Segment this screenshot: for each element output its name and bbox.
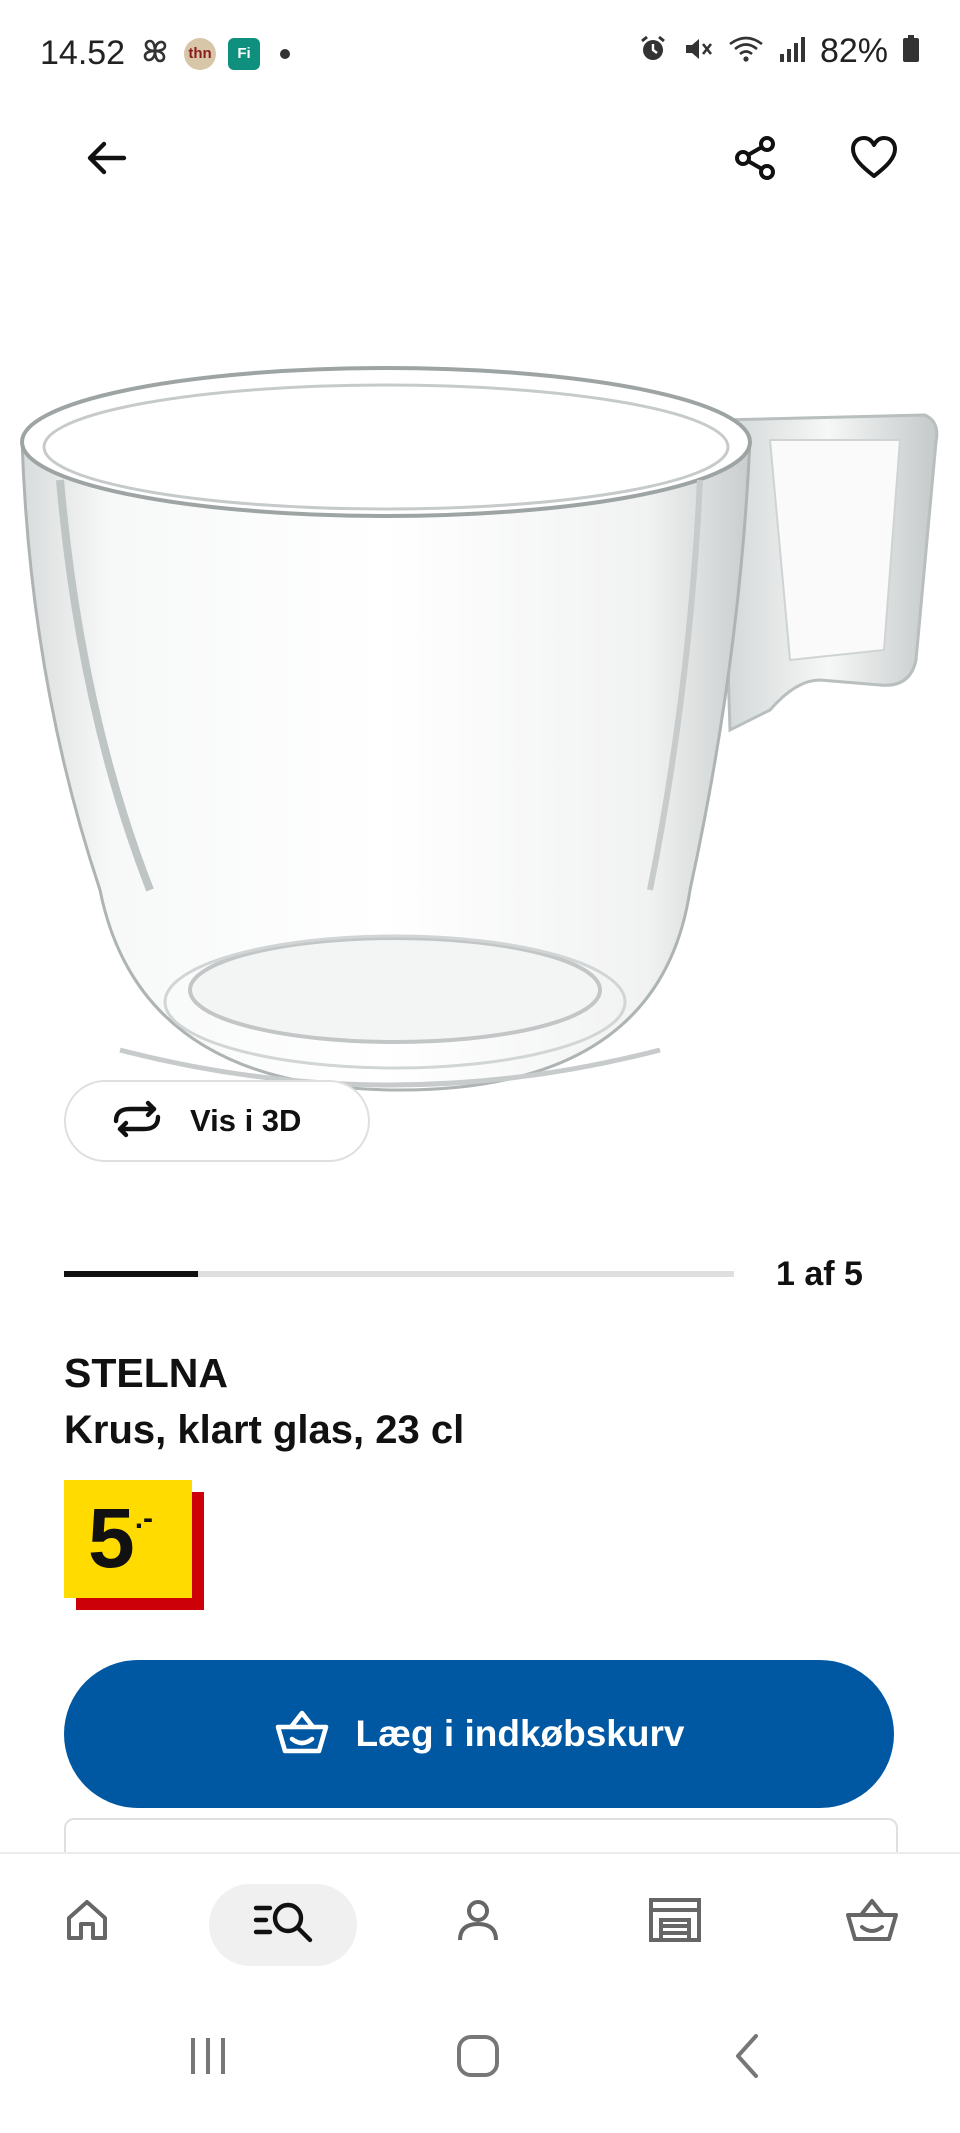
pinwheel-icon xyxy=(138,34,172,73)
fi-app-icon: Fi xyxy=(228,37,260,70)
search-icon xyxy=(252,1896,314,1949)
arrow-left-icon xyxy=(82,134,130,187)
gallery-counter: 1 af 5 xyxy=(776,1255,863,1293)
rotate-3d-icon xyxy=(110,1099,164,1144)
product-image[interactable] xyxy=(0,330,960,1110)
nav-store[interactable] xyxy=(635,1882,715,1962)
add-to-cart-label: Læg i indkøbskurv xyxy=(355,1713,685,1754)
favorite-button[interactable] xyxy=(834,120,914,200)
gallery-progress-fill xyxy=(64,1271,198,1277)
gallery-progress xyxy=(64,1271,734,1277)
nav-home[interactable] xyxy=(47,1882,127,1962)
bottom-navigation xyxy=(0,1852,960,1984)
basket-icon xyxy=(274,1707,330,1762)
nav-profile[interactable] xyxy=(438,1882,518,1962)
add-to-cart-button[interactable]: Læg i indkøbskurv xyxy=(64,1660,894,1808)
profile-icon xyxy=(454,1896,502,1949)
share-icon xyxy=(731,133,781,188)
product-description: Krus, klart glas, 23 cl xyxy=(64,1408,465,1452)
view-3d-label: Vis i 3D xyxy=(190,1103,302,1138)
heart-icon xyxy=(849,133,899,188)
status-time: 14.52 xyxy=(40,34,126,72)
back-icon xyxy=(728,2032,768,2085)
back-button[interactable] xyxy=(66,120,146,200)
recent-apps-icon xyxy=(183,2034,233,2083)
top-bar xyxy=(0,120,960,210)
system-navigation xyxy=(0,1982,960,2133)
nav-search[interactable] xyxy=(243,1882,323,1962)
battery-icon xyxy=(902,34,920,69)
battery-percent: 82% xyxy=(819,32,888,70)
glass-mug-illustration xyxy=(20,366,939,1092)
status-bar: 14.52 thn Fi 82% xyxy=(0,0,960,110)
system-back-button[interactable] xyxy=(708,2018,788,2098)
price-value: 5 xyxy=(88,1491,135,1585)
status-icons-left: thn Fi xyxy=(138,34,290,73)
price-suffix: .- xyxy=(134,1502,154,1535)
notification-dot xyxy=(280,48,290,59)
product-name: STELNA xyxy=(64,1350,228,1396)
alarm-icon xyxy=(638,34,668,69)
home-icon xyxy=(63,1896,111,1949)
mute-icon xyxy=(682,34,714,69)
price-tag: 5 .- xyxy=(64,1480,204,1610)
status-icons-right: 82% xyxy=(638,32,920,71)
recent-apps-button[interactable] xyxy=(168,2018,248,2098)
view-3d-button[interactable]: Vis i 3D xyxy=(64,1080,370,1162)
home-button-icon xyxy=(455,2033,501,2084)
wifi-icon xyxy=(728,34,764,69)
nav-basket[interactable] xyxy=(832,1882,912,1962)
thn-app-icon: thn xyxy=(184,37,216,70)
store-icon xyxy=(647,1896,703,1949)
signal-icon xyxy=(778,34,806,69)
price-tag-face: 5 .- xyxy=(64,1480,192,1598)
basket-nav-icon xyxy=(844,1895,900,1950)
home-button[interactable] xyxy=(438,2018,518,2098)
share-button[interactable] xyxy=(716,120,796,200)
